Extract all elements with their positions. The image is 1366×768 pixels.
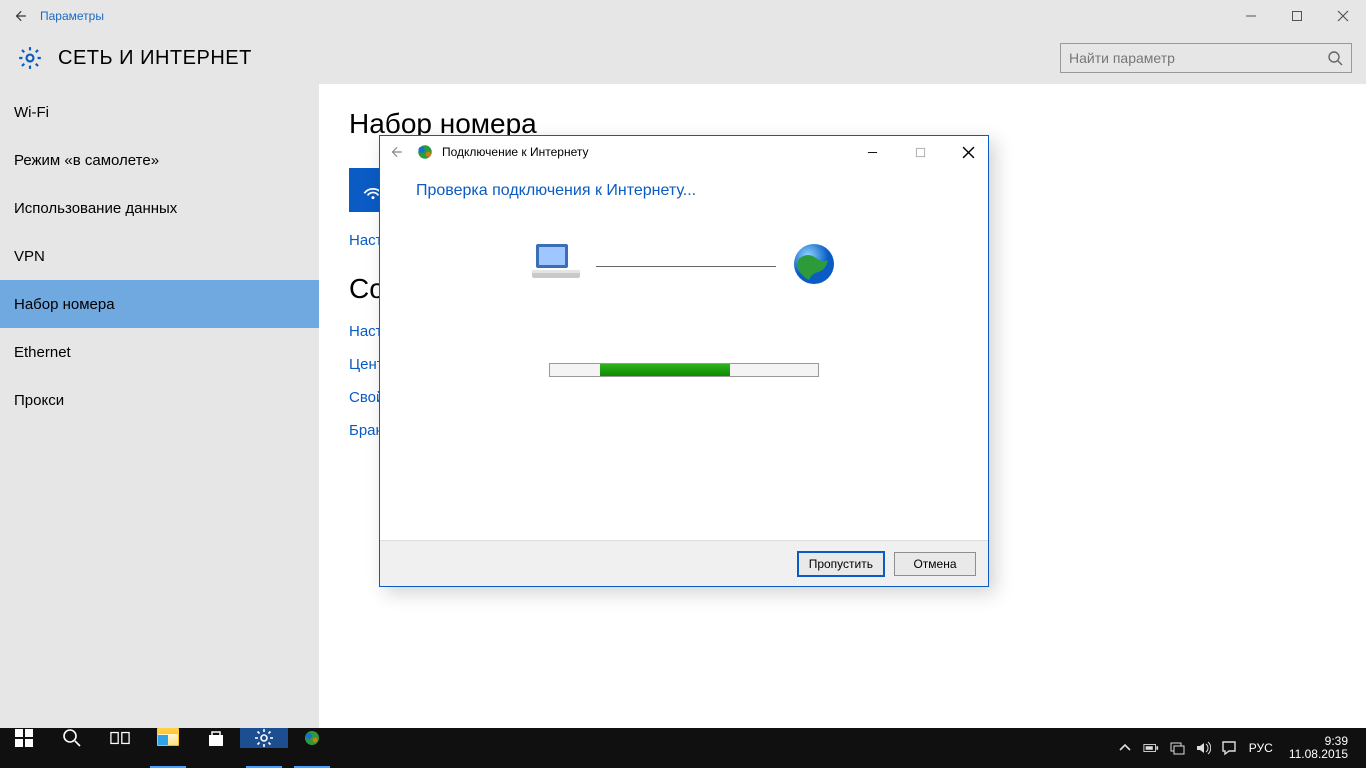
dialog-caption: Подключение к Интернету bbox=[442, 145, 589, 159]
dialog-heading: Проверка подключения к Интернету... bbox=[416, 182, 952, 200]
dialog-close[interactable] bbox=[948, 138, 988, 166]
internet-connection-wizard: Подключение к Интернету Проверка подключ… bbox=[379, 135, 989, 587]
tray-clock[interactable]: 9:39 11.08.2015 bbox=[1281, 735, 1356, 761]
file-explorer-icon bbox=[157, 728, 179, 746]
sidebar-item-dialup[interactable]: Набор номера bbox=[0, 280, 319, 328]
dialog-titlebar: Подключение к Интернету bbox=[380, 136, 988, 168]
gear-icon-wrap bbox=[14, 42, 46, 74]
back-button[interactable] bbox=[0, 0, 40, 32]
cancel-button[interactable]: Отмена bbox=[894, 552, 976, 576]
sidebar-item-ethernet[interactable]: Ethernet bbox=[0, 328, 319, 376]
tray-language[interactable]: РУС bbox=[1243, 741, 1279, 755]
task-view-button[interactable] bbox=[96, 728, 144, 748]
window-minimize[interactable] bbox=[1228, 0, 1274, 32]
store-task[interactable] bbox=[192, 728, 240, 748]
wizard-task[interactable] bbox=[288, 728, 336, 748]
search-icon bbox=[1327, 50, 1343, 66]
back-arrow-icon bbox=[389, 145, 403, 159]
window-close[interactable] bbox=[1320, 0, 1366, 32]
minimize-icon bbox=[1245, 10, 1257, 22]
header-row: СЕТЬ И ИНТЕРНЕТ bbox=[0, 32, 1366, 84]
tray-date: 11.08.2015 bbox=[1289, 748, 1348, 761]
computer-icon bbox=[530, 240, 582, 293]
tray-network-icon[interactable] bbox=[1165, 728, 1189, 768]
taskbar: РУС 9:39 11.08.2015 bbox=[0, 728, 1366, 768]
tray-volume-icon[interactable] bbox=[1191, 728, 1215, 768]
search-task-button[interactable] bbox=[48, 728, 96, 748]
close-icon bbox=[1337, 10, 1349, 22]
sidebar-item-airplane[interactable]: Режим «в самолете» bbox=[0, 136, 319, 184]
section-title: СЕТЬ И ИНТЕРНЕТ bbox=[58, 47, 252, 70]
dialog-body: Проверка подключения к Интернету... bbox=[380, 168, 988, 540]
sidebar-item-datausage[interactable]: Использование данных bbox=[0, 184, 319, 232]
system-tray: РУС 9:39 11.08.2015 bbox=[1113, 728, 1366, 768]
tray-overflow[interactable] bbox=[1113, 728, 1137, 768]
titlebar: Параметры bbox=[0, 0, 1366, 32]
dialog-footer: Пропустить Отмена bbox=[380, 540, 988, 586]
progress-bar bbox=[549, 363, 819, 377]
dialog-back-button[interactable] bbox=[384, 140, 408, 164]
tray-battery-icon[interactable] bbox=[1139, 728, 1163, 768]
globe-icon bbox=[790, 240, 838, 293]
skip-button[interactable]: Пропустить bbox=[798, 552, 884, 576]
file-explorer-task[interactable] bbox=[144, 728, 192, 746]
maximize-icon bbox=[1291, 10, 1303, 22]
search-box[interactable] bbox=[1060, 43, 1352, 73]
back-arrow-icon bbox=[13, 9, 27, 23]
dialog-minimize[interactable] bbox=[852, 138, 892, 166]
sidebar-item-proxy[interactable]: Прокси bbox=[0, 376, 319, 424]
wizard-globe-icon bbox=[416, 143, 434, 161]
progress-chunk bbox=[600, 364, 730, 376]
connection-line bbox=[596, 266, 776, 267]
start-button[interactable] bbox=[0, 728, 48, 748]
task-view-icon bbox=[110, 728, 130, 748]
sidebar-item-wifi[interactable]: Wi-Fi bbox=[0, 88, 319, 136]
tray-action-center-icon[interactable] bbox=[1217, 728, 1241, 768]
search-input[interactable] bbox=[1069, 50, 1327, 66]
sidebar-item-vpn[interactable]: VPN bbox=[0, 232, 319, 280]
dialog-maximize bbox=[900, 138, 940, 166]
wizard-globe-icon bbox=[302, 728, 322, 748]
sidebar: Wi-Fi Режим «в самолете» Использование д… bbox=[0, 84, 319, 728]
app-title: Параметры bbox=[40, 9, 104, 23]
gear-icon bbox=[17, 45, 43, 71]
windows-logo-icon bbox=[14, 728, 34, 748]
gear-icon bbox=[254, 728, 274, 748]
store-icon bbox=[206, 728, 226, 748]
window-maximize[interactable] bbox=[1274, 0, 1320, 32]
connection-visual bbox=[416, 240, 952, 293]
settings-task[interactable] bbox=[240, 728, 288, 748]
search-icon bbox=[62, 728, 82, 748]
